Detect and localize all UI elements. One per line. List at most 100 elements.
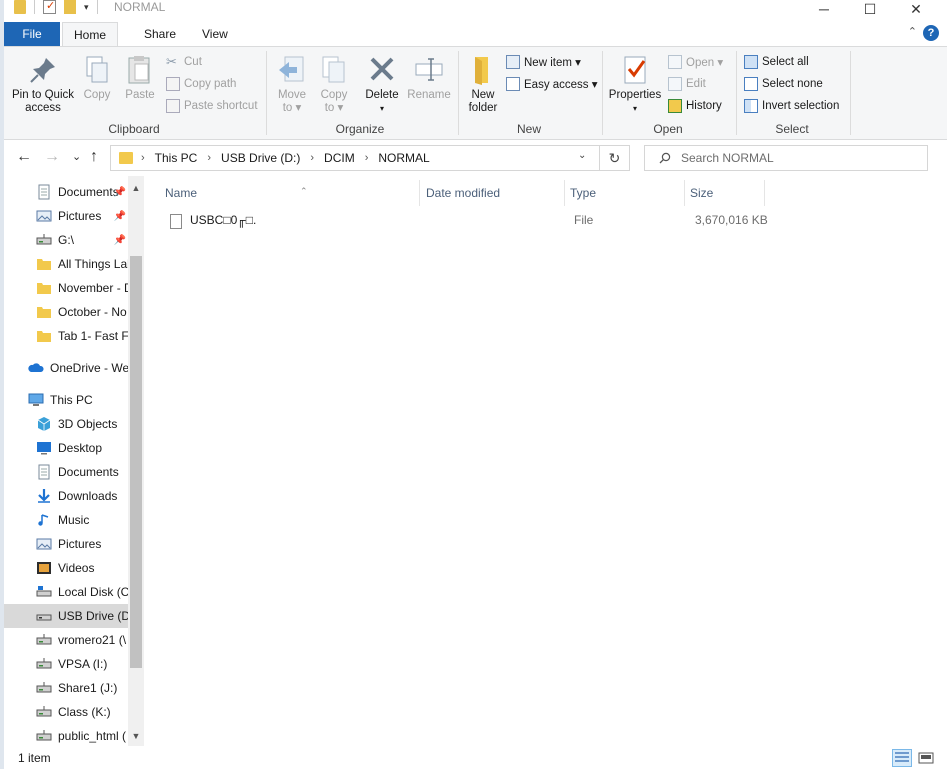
scroll-up-icon[interactable]: ▲ xyxy=(128,180,144,196)
sidebar-item[interactable]: Music xyxy=(4,508,128,532)
column-divider[interactable] xyxy=(684,180,685,206)
breadcrumb-usb-drive[interactable]: USB Drive (D:) xyxy=(221,151,300,165)
forward-button[interactable]: → xyxy=(44,148,60,166)
sidebar-item[interactable]: Tab 1- Fast Fa xyxy=(4,324,128,348)
sidebar-item[interactable]: Documents 📌 xyxy=(4,180,128,204)
up-button[interactable]: ↑ xyxy=(90,148,98,166)
sidebar-item[interactable]: 3D Objects xyxy=(4,412,128,436)
pin-to-quick-access-button[interactable]: Pin to Quick access xyxy=(10,53,76,115)
new-item-button[interactable]: New item ▾ xyxy=(506,53,581,71)
cut-label: Cut xyxy=(184,56,202,68)
properties-check-icon[interactable]: ✓ xyxy=(43,0,56,14)
sidebar-item[interactable]: public_html ( xyxy=(4,724,128,746)
sidebar-item[interactable]: OneDrive - We xyxy=(4,356,128,380)
help-icon[interactable]: ? xyxy=(923,25,939,41)
folder-icon xyxy=(119,152,133,164)
refresh-button[interactable]: ↻ xyxy=(600,145,630,171)
tab-view[interactable]: View xyxy=(190,22,240,46)
copy-to-button[interactable]: Copy to ▾ xyxy=(316,53,352,115)
recent-locations-button[interactable]: ⌄ xyxy=(72,150,81,163)
group-divider xyxy=(266,51,267,135)
address-dropdown-icon[interactable]: ⌄ xyxy=(578,150,586,161)
network-drive-icon xyxy=(36,232,52,248)
edit-button[interactable]: Edit xyxy=(668,75,706,93)
sidebar-item[interactable]: USB Drive (D:) xyxy=(4,604,128,628)
delete-button[interactable]: Delete ▾ xyxy=(362,53,402,115)
copy-path-button[interactable]: Copy path xyxy=(166,75,236,93)
maximize-button[interactable]: ☐ xyxy=(847,0,893,18)
sidebar-item[interactable]: This PC xyxy=(4,388,128,412)
sidebar-item[interactable]: October - No xyxy=(4,300,128,324)
breadcrumb-normal[interactable]: NORMAL xyxy=(378,151,429,165)
column-name-label: Name xyxy=(165,186,198,200)
history-button[interactable]: History xyxy=(668,97,722,115)
breadcrumb-separator: › xyxy=(141,152,145,164)
rename-button[interactable]: Rename xyxy=(406,53,452,102)
select-none-button[interactable]: Select none xyxy=(744,75,823,93)
nav-pane-scrollbar[interactable]: ▲ ▼ xyxy=(128,176,144,746)
cut-button[interactable]: ✂ Cut xyxy=(166,53,202,71)
paste-shortcut-label: Paste shortcut xyxy=(184,100,258,112)
tab-home[interactable]: Home xyxy=(62,22,118,47)
tab-share[interactable]: Share xyxy=(132,22,188,46)
column-divider[interactable] xyxy=(764,180,765,206)
sidebar-item[interactable]: vromero21 (\ xyxy=(4,628,128,652)
desktop-icon xyxy=(36,440,52,456)
sidebar-item[interactable]: November - D xyxy=(4,276,128,300)
scrollbar-thumb[interactable] xyxy=(130,256,142,668)
open-button[interactable]: Open ▾ xyxy=(668,53,723,71)
network-drive-icon xyxy=(36,728,52,744)
sidebar-item[interactable]: Videos xyxy=(4,556,128,580)
sidebar-item[interactable]: Local Disk (C: xyxy=(4,580,128,604)
sidebar-item-label: Share1 (J:) xyxy=(58,681,118,695)
tab-file[interactable]: File xyxy=(4,22,60,46)
sidebar-item[interactable]: Pictures 📌 xyxy=(4,204,128,228)
sidebar-item[interactable]: Desktop xyxy=(4,436,128,460)
new-folder-button[interactable]: New folder xyxy=(464,53,502,115)
scroll-down-icon[interactable]: ▼ xyxy=(128,728,144,744)
sidebar-item-label: Documents xyxy=(58,185,119,199)
expand-ribbon-icon[interactable]: ⌃ xyxy=(908,25,917,38)
properties-button[interactable]: Properties ▾ xyxy=(606,53,664,115)
sidebar-item-label: This PC xyxy=(50,393,93,407)
column-divider[interactable] xyxy=(419,180,420,206)
invert-selection-button[interactable]: Invert selection xyxy=(744,97,839,115)
column-header-size[interactable]: Size xyxy=(690,182,760,204)
minimize-button[interactable]: ─ xyxy=(801,0,847,18)
column-divider[interactable] xyxy=(564,180,565,206)
column-header-date-modified[interactable]: Date modified xyxy=(426,182,566,204)
back-button[interactable]: ← xyxy=(16,148,32,166)
copy-button[interactable]: Copy xyxy=(80,53,114,102)
sidebar-item-label: vromero21 (\ xyxy=(58,633,127,647)
column-header-name[interactable]: Name ⌃ xyxy=(165,182,415,204)
breadcrumb-dcim[interactable]: DCIM xyxy=(324,151,355,165)
select-all-button[interactable]: Select all xyxy=(744,53,809,71)
breadcrumb-this-pc[interactable]: This PC xyxy=(155,151,198,165)
sidebar-item[interactable]: Documents xyxy=(4,460,128,484)
paste-shortcut-button[interactable]: Paste shortcut xyxy=(166,97,258,115)
column-header-type[interactable]: Type xyxy=(570,182,680,204)
copy-path-label: Copy path xyxy=(184,78,237,90)
sidebar-item[interactable]: Class (K:) xyxy=(4,700,128,724)
sidebar-item[interactable]: Share1 (J:) xyxy=(4,676,128,700)
close-button[interactable]: ✕ xyxy=(893,0,939,18)
sidebar-item[interactable]: G:\ 📌 xyxy=(4,228,128,252)
group-divider xyxy=(602,51,603,135)
search-box[interactable]: Search NORMAL xyxy=(644,145,928,171)
sidebar-item[interactable]: VPSA (I:) xyxy=(4,652,128,676)
new-folder-icon[interactable] xyxy=(64,0,76,14)
sidebar-item[interactable]: Pictures xyxy=(4,532,128,556)
network-drive-icon xyxy=(36,632,52,648)
file-row[interactable]: USBC□0╓□. File 3,670,016 KB xyxy=(162,209,768,233)
sidebar-item[interactable]: Downloads xyxy=(4,484,128,508)
move-to-button[interactable]: Move to ▾ xyxy=(274,53,310,115)
large-icons-view-button[interactable] xyxy=(916,749,936,767)
paste-button[interactable]: Paste xyxy=(122,53,158,102)
easy-access-button[interactable]: Easy access ▾ xyxy=(506,75,598,93)
details-view-button[interactable] xyxy=(892,749,912,767)
address-bar[interactable]: › This PC › USB Drive (D:) › DCIM › NORM… xyxy=(110,145,600,171)
customize-toolbar-chevron-icon[interactable]: ▾ xyxy=(84,2,89,13)
network-drive-icon xyxy=(36,680,52,696)
invert-selection-icon xyxy=(744,99,758,113)
sidebar-item[interactable]: All Things Lab xyxy=(4,252,128,276)
